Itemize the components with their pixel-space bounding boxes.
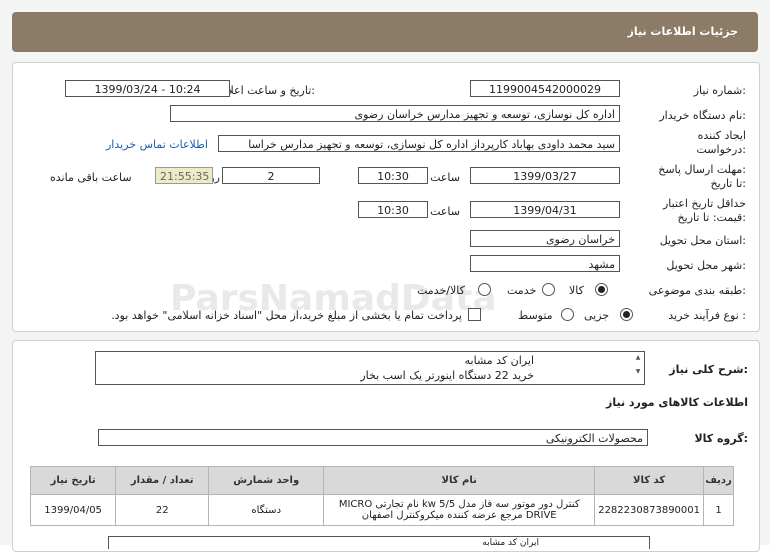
process-medium-radio[interactable] (561, 308, 574, 321)
validity-time-field: 10:30 (358, 201, 428, 218)
row-name-line-2: DRIVE مرجع عرضه کننده میکروکنترل اصفهان (361, 510, 557, 521)
goods-group-label: گروه کالا: (694, 432, 748, 445)
row-date: 1399/04/05 (29, 494, 117, 526)
validity-time-label: ساعت (430, 205, 460, 218)
category-goods-service-label: کالا/خدمت (417, 284, 465, 297)
description-line-1: ایران کد مشابه (464, 354, 534, 367)
buyer-contact-link[interactable]: اطلاعات تماس خریدار (106, 138, 208, 151)
validity-label-1: حداقل تاریخ اعتبار (662, 197, 746, 210)
col-qty: تعداد / مقدار (115, 466, 210, 495)
col-name: نام کالا (323, 466, 596, 495)
table-header-row: ردیف کد کالا نام کالا واحد شمارش تعداد /… (29, 466, 734, 495)
creator-label-2: درخواست: (696, 143, 747, 156)
category-service-label: خدمت (507, 284, 537, 297)
goods-group-field: محصولات الکترونیکی (98, 429, 648, 446)
buyer-org-label: نام دستگاه خریدار: (659, 109, 746, 122)
process-minor-label: جزیی (584, 309, 610, 322)
city-label: شهر محل تحویل: (666, 259, 746, 272)
category-service-radio[interactable] (542, 283, 555, 296)
page-header: جزئیات اطلاعات نیاز (12, 12, 758, 52)
page: جزئیات اطلاعات نیاز ParsNamadData شماره … (0, 0, 770, 552)
row-name: کنترل دور موتور سه فاز مدل kw 5/5 نام تج… (323, 494, 596, 526)
row-code: 2282230873890001 (594, 494, 704, 526)
description-textarea[interactable]: ایران کد مشابه خرید 22 دستگاه اینورتر یک… (95, 351, 645, 385)
col-unit: واحد شمارش (208, 466, 325, 495)
col-code: کد کالا (594, 466, 704, 495)
city-field: مشهد (470, 255, 620, 272)
process-minor-radio[interactable] (620, 308, 633, 321)
category-goods-service-radio[interactable] (478, 283, 491, 296)
reply-deadline-label: مهلت ارسال پاسخ: (658, 163, 746, 176)
goods-section-title: اطلاعات کالاهای مورد نیاز (606, 396, 748, 409)
col-index: ردیف (703, 466, 734, 495)
days-remaining-field: 2 (222, 167, 320, 184)
payment-note: پرداخت تمام یا بخشی از مبلغ خرید،از محل … (111, 309, 462, 322)
need-number-label: شماره نیاز: (693, 84, 746, 97)
category-label: طبقه بندی موضوعی: (648, 284, 746, 297)
province-label: استان محل تحویل: (659, 234, 746, 247)
reply-time-label: ساعت (430, 171, 460, 184)
process-type-label: نوع فرآیند خرید : (668, 309, 746, 322)
page-title: جزئیات اطلاعات نیاز (627, 25, 739, 38)
row-qty: 22 (115, 494, 210, 526)
category-goods-radio[interactable] (595, 283, 608, 296)
reply-time-field: 10:30 (358, 167, 428, 184)
description-line-2: خرید 22 دستگاه اینورتر یک اسب بخار (360, 369, 534, 382)
row-index: 1 (703, 494, 734, 526)
countdown-timer: 21:55:35 (155, 167, 213, 184)
reply-deadline-label-2: تا تاریخ: (710, 177, 746, 190)
row-unit: دستگاه (208, 494, 325, 526)
goods-table: ردیف کد کالا نام کالا واحد شمارش تعداد /… (29, 466, 734, 526)
creator-label-1: ایجاد کننده (697, 129, 746, 142)
bottom-textarea[interactable]: ایران کد مشابه (108, 536, 650, 549)
remaining-label: ساعت باقی مانده (50, 171, 132, 184)
col-date: تاریخ نیاز (29, 466, 117, 495)
treasury-bonds-checkbox[interactable] (468, 308, 481, 321)
row-name-line-1: کنترل دور موتور سه فاز مدل kw 5/5 نام تج… (338, 499, 580, 510)
process-medium-label: متوسط (518, 309, 553, 322)
scroll-arrows-icon[interactable]: ▲ ▼ (634, 354, 642, 382)
reply-date-field: 1399/03/27 (470, 167, 620, 184)
description-label: شرح کلی نیاز: (669, 363, 748, 376)
province-field: خراسان رضوی (470, 230, 620, 247)
need-number-field: 1199004542000029 (470, 80, 620, 97)
validity-date-field: 1399/04/31 (470, 201, 620, 218)
category-goods-label: کالا (569, 284, 584, 297)
creator-field: سید محمد داودی بهاباد کارپرداز اداره کل … (218, 135, 620, 152)
validity-label-2: قیمت: تا تاریخ: (677, 211, 746, 224)
table-row: 1 2282230873890001 کنترل دور موتور سه فا… (29, 494, 734, 526)
bottom-partial-text: ایران کد مشابه (482, 538, 539, 548)
announce-field: 1399/03/24 - 10:24 (65, 80, 230, 97)
buyer-org-field: اداره کل نوسازی، توسعه و تجهیز مدارس خرا… (170, 105, 620, 122)
